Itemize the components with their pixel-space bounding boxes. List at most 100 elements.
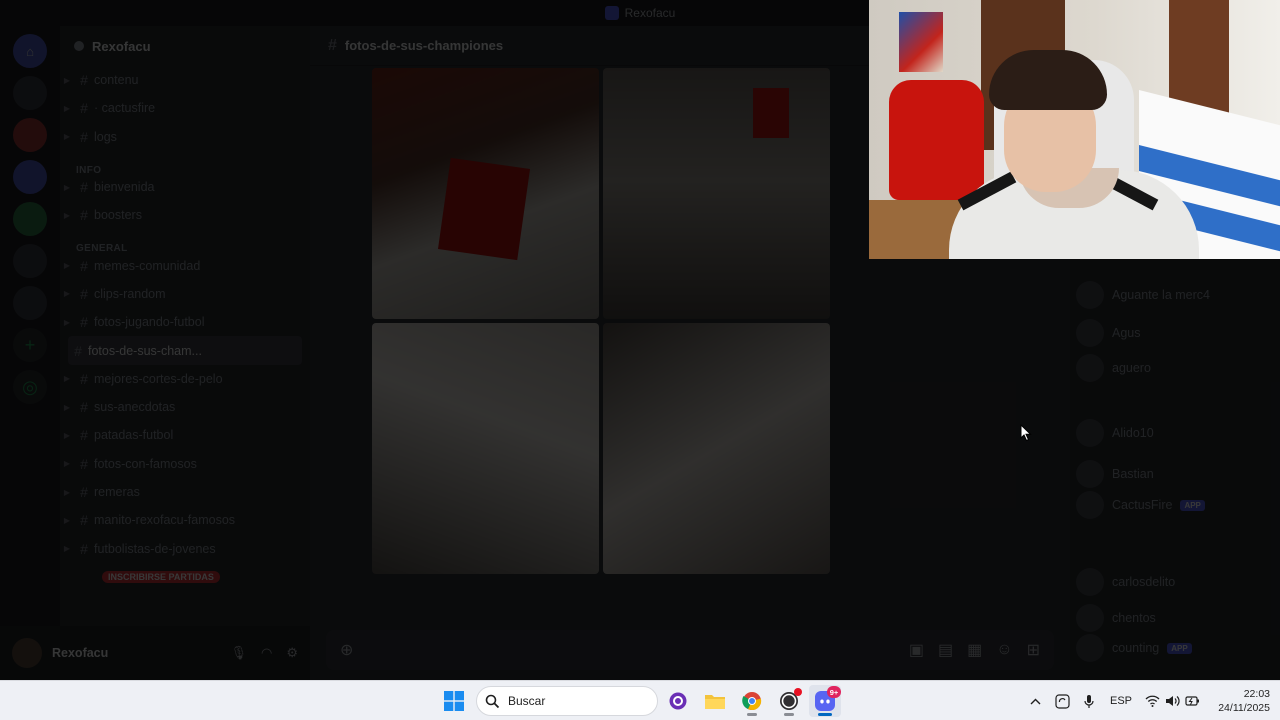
channel-item[interactable]: ▶ # fotos-jugando-futbol bbox=[60, 308, 310, 336]
hash-icon: # bbox=[74, 342, 82, 359]
poster bbox=[899, 12, 943, 72]
window-title: Rexofacu bbox=[624, 6, 676, 20]
channel-item[interactable]: ▶ # logs bbox=[60, 123, 310, 151]
attachment-image[interactable] bbox=[603, 323, 830, 574]
webcam-overlay bbox=[869, 0, 1280, 259]
taskbar-app-obs[interactable] bbox=[773, 685, 805, 717]
message-composer[interactable]: ⊕ ▣ ▤ ▦ ☺ ⊞ bbox=[326, 630, 1054, 670]
hash-icon: # bbox=[80, 257, 88, 274]
hash-icon: # bbox=[80, 540, 88, 557]
copilot-icon bbox=[669, 692, 687, 710]
avatar bbox=[1076, 354, 1104, 382]
avatar[interactable] bbox=[12, 638, 42, 668]
member-item[interactable]: Aguante la merc4 bbox=[1070, 278, 1280, 312]
channel-item[interactable]: ▶ # boosters bbox=[60, 201, 310, 229]
headphones-icon[interactable]: ◠ bbox=[261, 645, 272, 661]
app-active-indicator bbox=[818, 713, 832, 716]
category-header[interactable]: GENERAL bbox=[60, 229, 310, 254]
app-tag: APP bbox=[1167, 642, 1192, 654]
image-gallery bbox=[372, 68, 830, 574]
member-name: carlosdelito bbox=[1112, 575, 1176, 589]
channel-label: memes-comunidad bbox=[94, 258, 201, 273]
sticker-icon[interactable]: ▦ bbox=[967, 640, 982, 660]
microphone-icon[interactable]: 🎙 bbox=[230, 645, 247, 661]
channel-item[interactable]: ▶ # clips-random bbox=[60, 280, 310, 308]
home-icon[interactable]: ⌂ bbox=[13, 34, 47, 68]
gif-icon[interactable]: ▤ bbox=[938, 640, 953, 660]
channel-item[interactable]: ▶ # contenu bbox=[60, 66, 310, 94]
channel-label: mejores-cortes-de-pelo bbox=[94, 371, 223, 386]
microphone-icon[interactable] bbox=[1080, 681, 1098, 720]
channel-item[interactable]: ▶ # memes-comunidad bbox=[60, 251, 310, 279]
start-button[interactable] bbox=[438, 685, 470, 717]
apps-icon[interactable]: ⊞ bbox=[1027, 640, 1040, 660]
member-item[interactable]: chentos bbox=[1070, 601, 1280, 635]
battery-icon[interactable] bbox=[1183, 681, 1201, 720]
channel-item[interactable]: ▶ # patadas-futbol bbox=[60, 421, 310, 449]
clock-time: 22:03 bbox=[1243, 688, 1270, 700]
red-armchair bbox=[889, 80, 984, 200]
channel-title: fotos-de-sus-championes bbox=[344, 38, 504, 53]
server-icon[interactable] bbox=[13, 160, 47, 194]
server-icon[interactable] bbox=[13, 76, 47, 110]
channel-item[interactable]: ▶ # remeras bbox=[60, 478, 310, 506]
member-item[interactable]: CactusFire APP bbox=[1070, 488, 1280, 522]
event-row[interactable]: INSCRIBIRSE PARTIDAS bbox=[60, 563, 310, 591]
attachment-image[interactable] bbox=[372, 68, 599, 319]
emoji-icon[interactable]: ☺ bbox=[996, 641, 1012, 659]
server-icon[interactable] bbox=[13, 244, 47, 278]
gift-icon[interactable]: ▣ bbox=[909, 640, 924, 660]
server-icon[interactable] bbox=[13, 202, 47, 236]
windows-logo-icon bbox=[444, 691, 464, 711]
channel-item[interactable]: ▶ # bienvenida bbox=[60, 173, 310, 201]
server-icon[interactable] bbox=[13, 118, 47, 152]
attachment-image[interactable] bbox=[603, 68, 830, 319]
guild-header[interactable]: Rexofacu bbox=[60, 26, 310, 66]
channel-label: boosters bbox=[94, 208, 142, 223]
discover-icon[interactable]: ◎ bbox=[13, 370, 47, 404]
attachment-image[interactable] bbox=[372, 323, 599, 574]
add-attachment-icon[interactable]: ⊕ bbox=[340, 640, 353, 660]
taskbar-search[interactable]: Buscar bbox=[476, 686, 658, 716]
chevron-right-icon: ▶ bbox=[63, 459, 71, 469]
language-indicator[interactable]: ESP bbox=[1106, 681, 1136, 720]
folder-icon bbox=[705, 695, 725, 709]
gear-icon[interactable]: ⚙ bbox=[286, 645, 298, 661]
volume-icon[interactable] bbox=[1163, 681, 1181, 720]
member-name: Agus bbox=[1112, 326, 1141, 340]
category-header[interactable]: INFO bbox=[60, 151, 310, 176]
member-item[interactable]: Bastian bbox=[1070, 457, 1280, 491]
windows-taskbar: Buscar 9+ ESP 22:03 24/11/2025 bbox=[0, 680, 1280, 720]
server-icon[interactable] bbox=[13, 286, 47, 320]
add-server-icon[interactable]: + bbox=[13, 328, 47, 362]
channel-item[interactable]: ▶ # sus-anecdotas bbox=[60, 393, 310, 421]
taskbar-app-copilot[interactable] bbox=[662, 685, 694, 717]
hash-icon: # bbox=[80, 370, 88, 387]
member-item[interactable]: carlosdelito bbox=[1070, 565, 1280, 599]
wifi-icon[interactable] bbox=[1143, 681, 1161, 720]
channel-item[interactable]: ▶ # fotos-con-famosos bbox=[60, 450, 310, 478]
event-badge[interactable]: INSCRIBIRSE PARTIDAS bbox=[102, 570, 220, 583]
channel-label: logs bbox=[94, 129, 117, 144]
taskbar-app-chrome[interactable] bbox=[736, 685, 768, 717]
member-name: counting bbox=[1112, 641, 1160, 655]
member-item[interactable]: aguero bbox=[1070, 351, 1280, 385]
member-item[interactable]: counting APP bbox=[1070, 631, 1280, 665]
channel-item[interactable]: ▶ # · cactusfire bbox=[60, 94, 310, 122]
channel-item[interactable]: ▶ # mejores-cortes-de-pelo bbox=[60, 365, 310, 393]
taskbar-app-file-explorer[interactable] bbox=[699, 685, 731, 717]
hash-icon: # bbox=[80, 399, 88, 416]
hash-icon: # bbox=[80, 179, 88, 196]
member-item[interactable]: Agus bbox=[1070, 316, 1280, 350]
chevron-up-icon[interactable] bbox=[1026, 681, 1044, 720]
channel-sidebar: Rexofacu ▶ # contenu ▶ # · cactusfire ▶ # logs… bbox=[60, 26, 310, 626]
taskbar-app-discord[interactable]: 9+ bbox=[809, 685, 841, 717]
channel-item-active[interactable]: # fotos-de-sus-cham... bbox=[68, 336, 302, 365]
channel-item[interactable]: ▶ # manito-rexofacu-famosos bbox=[60, 506, 310, 534]
channel-item[interactable]: ▶ # futbolistas-de-jovenes bbox=[60, 534, 310, 562]
taskbar-clock[interactable]: 22:03 24/11/2025 bbox=[1206, 687, 1270, 715]
member-name: Bastian bbox=[1112, 467, 1154, 481]
member-item[interactable]: Alido10 bbox=[1070, 416, 1280, 450]
recording-indicator bbox=[794, 688, 802, 696]
sync-icon[interactable] bbox=[1052, 681, 1072, 720]
